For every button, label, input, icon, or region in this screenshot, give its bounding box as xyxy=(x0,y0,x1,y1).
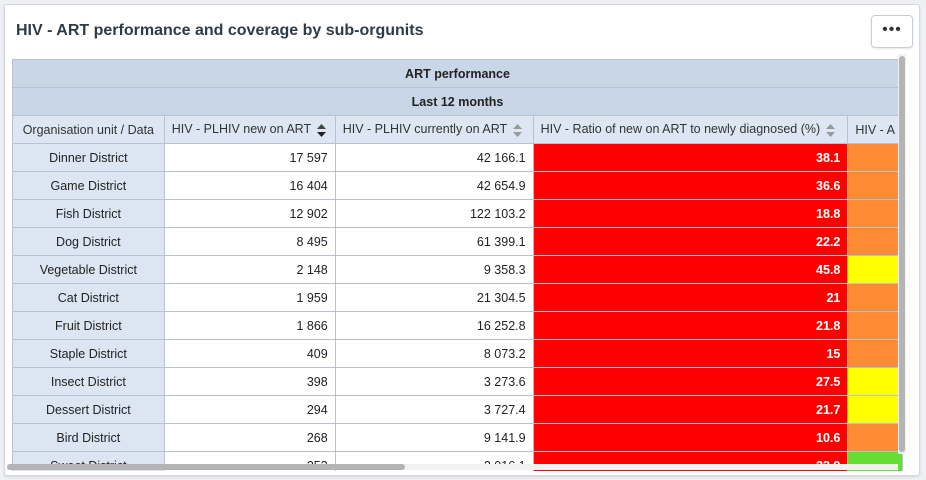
ratio-cell[interactable]: 38.1 xyxy=(532,143,849,172)
ratio-cell[interactable]: 21.8 xyxy=(532,311,849,340)
table-row: Fruit District 1 866 16 252.8 21.8 xyxy=(12,311,903,340)
new-on-art-cell[interactable]: 16 404 xyxy=(163,171,336,200)
current-on-art-cell[interactable]: 3 273.6 xyxy=(334,367,534,396)
org-unit-cell[interactable]: Cat District xyxy=(12,283,165,312)
next-indicator-cell[interactable] xyxy=(847,143,903,172)
new-on-art-cell[interactable]: 1 959 xyxy=(163,283,336,312)
next-indicator-cell[interactable] xyxy=(847,255,903,284)
ratio-cell[interactable]: 45.8 xyxy=(532,255,849,284)
table-row: Staple District 409 8 073.2 15 xyxy=(12,339,903,368)
current-on-art-cell[interactable]: 3 727.4 xyxy=(334,395,534,424)
table-row: Insect District 398 3 273.6 27.5 xyxy=(12,367,903,396)
org-unit-cell[interactable]: Insect District xyxy=(12,367,165,396)
ratio-cell[interactable]: 21 xyxy=(532,283,849,312)
next-indicator-cell[interactable] xyxy=(847,283,903,312)
group-header: ART performance xyxy=(12,59,903,88)
dashboard-item-card: HIV - ART performance and coverage by su… xyxy=(4,4,920,476)
ratio-cell[interactable]: 27.5 xyxy=(532,367,849,396)
new-on-art-cell[interactable]: 8 495 xyxy=(163,227,336,256)
column-header-label: HIV - Ratio of new on ART to newly diagn… xyxy=(540,122,821,137)
current-on-art-cell[interactable]: 122 103.2 xyxy=(334,199,534,228)
org-unit-cell[interactable]: Staple District xyxy=(12,339,165,368)
table-row: Dessert District 294 3 727.4 21.7 xyxy=(12,395,903,424)
item-menu-button[interactable]: ••• xyxy=(871,15,913,48)
current-on-art-cell[interactable]: 21 304.5 xyxy=(334,283,534,312)
current-on-art-cell[interactable]: 42 654.9 xyxy=(334,171,534,200)
new-on-art-cell[interactable]: 12 902 xyxy=(163,199,336,228)
next-indicator-cell[interactable] xyxy=(847,423,903,452)
column-header[interactable]: HIV - A xyxy=(847,115,903,144)
org-unit-cell[interactable]: Bird District xyxy=(12,423,165,452)
sort-icon[interactable] xyxy=(826,123,836,137)
pivot-table: ART performance Last 12 months Organisat… xyxy=(12,59,903,471)
current-on-art-cell[interactable]: 16 252.8 xyxy=(334,311,534,340)
table-row: Game District 16 404 42 654.9 36.6 xyxy=(12,171,903,200)
new-on-art-cell[interactable]: 268 xyxy=(163,423,336,452)
table-row: Vegetable District 2 148 9 358.3 45.8 xyxy=(12,255,903,284)
column-header-label: HIV - PLHIV currently on ART xyxy=(342,122,508,137)
org-unit-cell[interactable]: Fruit District xyxy=(12,311,165,340)
new-on-art-cell[interactable]: 2 148 xyxy=(163,255,336,284)
current-on-art-cell[interactable]: 61 399.1 xyxy=(334,227,534,256)
column-header[interactable]: HIV - PLHIV new on ART xyxy=(163,115,336,144)
table-row: Bird District 268 9 141.9 10.6 xyxy=(12,423,903,452)
org-unit-cell[interactable]: Game District xyxy=(12,171,165,200)
new-on-art-cell[interactable]: 1 866 xyxy=(163,311,336,340)
new-on-art-cell[interactable]: 17 597 xyxy=(163,143,336,172)
org-unit-cell[interactable]: Vegetable District xyxy=(12,255,165,284)
next-indicator-cell[interactable] xyxy=(847,227,903,256)
next-indicator-cell[interactable] xyxy=(847,171,903,200)
column-header[interactable]: Organisation unit / Data xyxy=(12,115,165,144)
ratio-cell[interactable]: 15 xyxy=(532,339,849,368)
org-unit-cell[interactable]: Dog District xyxy=(12,227,165,256)
ratio-cell[interactable]: 18.8 xyxy=(532,199,849,228)
org-unit-cell[interactable]: Dinner District xyxy=(12,143,165,172)
next-indicator-cell[interactable] xyxy=(847,339,903,368)
ratio-cell[interactable]: 22.2 xyxy=(532,227,849,256)
column-header[interactable]: HIV - PLHIV currently on ART xyxy=(334,115,534,144)
sort-descending-icon[interactable] xyxy=(317,123,327,137)
column-header-label: Organisation unit / Data xyxy=(22,122,155,137)
table-row: Cat District 1 959 21 304.5 21 xyxy=(12,283,903,312)
vertical-scroll-thumb[interactable] xyxy=(899,56,905,452)
pivot-table-container: ART performance Last 12 months Organisat… xyxy=(12,59,903,471)
table-row: Dog District 8 495 61 399.1 22.2 xyxy=(12,227,903,256)
horizontal-scroll-thumb[interactable] xyxy=(7,464,405,470)
new-on-art-cell[interactable]: 409 xyxy=(163,339,336,368)
next-indicator-cell[interactable] xyxy=(847,395,903,424)
ratio-cell[interactable]: 36.6 xyxy=(532,171,849,200)
column-header-label: HIV - PLHIV new on ART xyxy=(171,122,312,137)
column-header[interactable]: HIV - Ratio of new on ART to newly diagn… xyxy=(532,115,849,144)
current-on-art-cell[interactable]: 8 073.2 xyxy=(334,339,534,368)
period-header: Last 12 months xyxy=(12,87,903,116)
vertical-scrollbar[interactable] xyxy=(898,54,906,454)
next-indicator-cell[interactable] xyxy=(847,367,903,396)
current-on-art-cell[interactable]: 42 166.1 xyxy=(334,143,534,172)
card-title: HIV - ART performance and coverage by su… xyxy=(16,22,424,39)
org-unit-cell[interactable]: Dessert District xyxy=(12,395,165,424)
more-horizontal-icon: ••• xyxy=(882,20,902,38)
horizontal-scrollbar[interactable] xyxy=(7,464,898,470)
new-on-art-cell[interactable]: 398 xyxy=(163,367,336,396)
table-row: Fish District 12 902 122 103.2 18.8 xyxy=(12,199,903,228)
ratio-cell[interactable]: 21.7 xyxy=(532,395,849,424)
org-unit-cell[interactable]: Fish District xyxy=(12,199,165,228)
card-header: HIV - ART performance and coverage by su… xyxy=(5,5,919,57)
sort-icon[interactable] xyxy=(513,123,523,137)
next-indicator-cell[interactable] xyxy=(847,311,903,340)
current-on-art-cell[interactable]: 9 358.3 xyxy=(334,255,534,284)
column-header-label: HIV - A xyxy=(855,122,895,137)
next-indicator-cell[interactable] xyxy=(847,199,903,228)
new-on-art-cell[interactable]: 294 xyxy=(163,395,336,424)
current-on-art-cell[interactable]: 9 141.9 xyxy=(334,423,534,452)
ratio-cell[interactable]: 10.6 xyxy=(532,423,849,452)
table-row: Dinner District 17 597 42 166.1 38.1 xyxy=(12,143,903,172)
